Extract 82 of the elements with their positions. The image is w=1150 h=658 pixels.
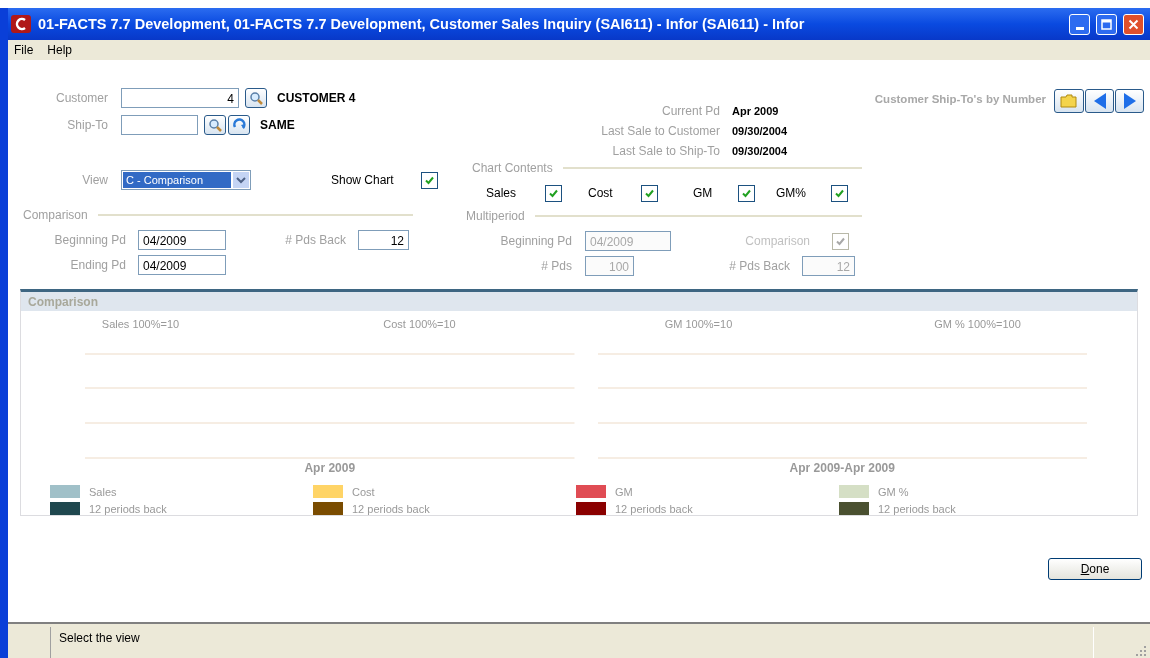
menu-item[interactable]: Help — [45, 43, 75, 57]
input-field[interactable]: 12 — [358, 230, 409, 250]
check-icon — [424, 174, 435, 186]
check-icon — [644, 187, 655, 199]
checkbox-label: Sales — [486, 186, 518, 200]
info-label: Last Sale to Customer — [600, 124, 720, 138]
info-value: Apr 2009 — [732, 105, 779, 117]
group-title: Comparison — [23, 208, 88, 222]
info-value: 09/30/2004 — [732, 145, 788, 157]
info-label: Last Sale to Ship-To — [611, 144, 720, 158]
view-dropdown[interactable]: C - Comparison — [121, 170, 251, 190]
checkbox-label: Show Chart — [331, 173, 395, 187]
input-field[interactable]: 04/2009 — [138, 255, 226, 275]
legend-label: Sales — [89, 485, 117, 498]
checkbox-label: GM% — [776, 186, 807, 200]
field-label: Customer — [55, 91, 108, 105]
status-text: Select the view — [59, 631, 140, 645]
check-icon — [548, 187, 559, 199]
field-label: # Pds Back — [284, 233, 346, 247]
maximize-button[interactable] — [1096, 13, 1117, 35]
close-icon — [1128, 18, 1139, 30]
info-value: 09/30/2004 — [732, 125, 788, 137]
lookup-title: Customer Ship-To's by Number — [874, 93, 1046, 105]
checkbox-label: Comparison — [744, 234, 810, 248]
refresh-button[interactable] — [228, 115, 250, 135]
next-button[interactable] — [1115, 89, 1144, 113]
folder-icon — [1060, 93, 1078, 109]
group-title: Multiperiod — [466, 209, 525, 223]
previous-button[interactable] — [1085, 89, 1114, 113]
checkbox-label: GM — [693, 186, 714, 200]
field-label: Ship-To — [66, 118, 108, 132]
chart-title: Cost 100%=10 — [383, 318, 456, 330]
checkbox[interactable] — [738, 184, 755, 202]
checkbox[interactable] — [641, 184, 658, 202]
field-label: Ending Pd — [69, 258, 126, 272]
close-button[interactable] — [1123, 13, 1144, 35]
legend-label: 12 periods back — [352, 502, 430, 515]
field-label: # Pds Back — [728, 259, 790, 273]
legend-label: 12 periods back — [89, 502, 167, 515]
checkbox-label: Cost — [588, 186, 614, 200]
input-field[interactable]: 4 — [121, 88, 239, 108]
chart-title: GM % 100%=100 — [934, 318, 1021, 330]
chart-title: Sales 100%=10 — [101, 318, 180, 330]
right-arrow-icon — [1121, 92, 1138, 110]
done-button[interactable]: Done — [1048, 558, 1142, 580]
folder-button[interactable] — [1054, 89, 1084, 113]
legend-label: 12 periods back — [878, 502, 956, 515]
field-label: # Pds — [540, 259, 572, 273]
minimize-icon — [1075, 26, 1084, 30]
checkbox[interactable] — [831, 184, 848, 202]
customer-name: CUSTOMER 4 — [277, 91, 356, 105]
field-label: Beginning Pd — [53, 233, 126, 247]
search-button[interactable] — [204, 115, 226, 135]
minimize-button[interactable] — [1069, 13, 1090, 35]
window-title: 01-FACTS 7.7 Development, 01-FACTS 7.7 Development, Customer Sales Inquiry (SAI611) - Infor (SAI611) - Infor — [38, 16, 806, 32]
resize-grip-icon — [1134, 644, 1146, 656]
search-button[interactable] — [245, 88, 267, 108]
menu-item[interactable]: File — [12, 43, 36, 57]
check-icon — [835, 235, 846, 247]
field-label: Beginning Pd — [499, 234, 572, 248]
period-label: Apr 2009 — [304, 461, 356, 475]
panel-title: Comparison — [28, 294, 98, 309]
group-title: Chart Contents — [472, 161, 553, 175]
field-label: View — [81, 173, 108, 187]
info-label: Current Pd — [660, 104, 720, 118]
period-label: Apr 2009-Apr 2009 — [789, 461, 895, 475]
input-field[interactable] — [121, 115, 198, 135]
checkbox[interactable] — [545, 184, 562, 202]
checkbox[interactable] — [421, 171, 438, 189]
input-field[interactable]: 04/2009 — [138, 230, 226, 250]
check-icon — [741, 187, 752, 199]
legend-label: 12 periods back — [615, 502, 693, 515]
legend-label: GM — [615, 485, 633, 498]
maximize-icon — [1101, 18, 1112, 30]
check-icon — [834, 187, 845, 199]
legend-label: Cost — [352, 485, 375, 498]
search-icon — [208, 118, 222, 132]
legend-label: GM % — [878, 485, 909, 498]
ship-to-name: SAME — [260, 118, 295, 132]
search-icon — [249, 91, 263, 105]
chart-title: GM 100%=10 — [664, 318, 733, 330]
app-logo-icon — [10, 14, 32, 34]
